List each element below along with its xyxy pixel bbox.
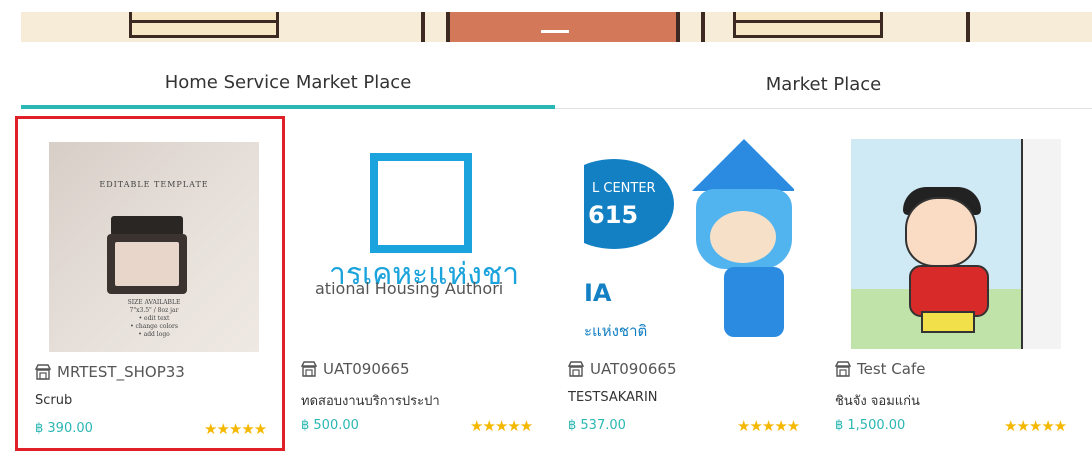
shop-name[interactable]: UAT090665	[568, 360, 677, 378]
banner-carousel[interactable]	[21, 12, 1092, 42]
store-icon	[35, 364, 51, 380]
banner-door-illustration	[446, 12, 680, 42]
product-image[interactable]: L CENTER 615 IA ะแห่งชาติ	[584, 139, 794, 349]
product-price: ฿ 500.00	[301, 418, 359, 433]
product-image[interactable]: EDITABLE TEMPLATE SIZE AVAILABLE 7"x3.5"…	[49, 142, 259, 352]
product-price: ฿ 390.00	[35, 421, 93, 436]
product-name[interactable]: ชินจัง จอมแก่น	[835, 390, 920, 411]
tab-home-service-market-place[interactable]: Home Service Market Place	[21, 60, 555, 109]
store-icon	[568, 361, 584, 377]
rating-stars-icon: ★★★★★	[204, 420, 267, 438]
store-icon	[835, 361, 851, 377]
product-card[interactable]: ารเคหะแห่งชา ational Housing Authori UAT…	[284, 116, 554, 451]
marketplace-tabs: Home Service Market Place Market Place	[21, 60, 1092, 109]
product-card[interactable]: EDITABLE TEMPLATE SIZE AVAILABLE 7"x3.5"…	[15, 116, 285, 451]
product-card[interactable]: Test Cafe ชินจัง จอมแก่น ฿ 1,500.00 ★★★★…	[818, 116, 1088, 451]
shop-name[interactable]: Test Cafe	[835, 360, 925, 378]
product-image[interactable]: ารเคหะแห่งชา ational Housing Authori	[315, 139, 525, 349]
housing-authority-logo-icon	[370, 153, 472, 253]
store-icon	[301, 361, 317, 377]
product-name[interactable]: ทดสอบงานบริการประปา	[301, 390, 440, 411]
rating-stars-icon: ★★★★★	[470, 417, 533, 435]
product-name[interactable]: Scrub	[35, 393, 72, 408]
product-price: ฿ 1,500.00	[835, 418, 906, 433]
shop-name[interactable]: MRTEST_SHOP33	[35, 363, 185, 381]
rating-stars-icon: ★★★★★	[737, 417, 800, 435]
shop-name[interactable]: UAT090665	[301, 360, 410, 378]
product-price: ฿ 537.00	[568, 418, 626, 433]
product-card[interactable]: L CENTER 615 IA ะแห่งชาติ UAT090665 TEST…	[551, 116, 821, 451]
product-image[interactable]	[851, 139, 1061, 349]
tab-market-place[interactable]: Market Place	[555, 60, 1092, 109]
carousel-indicator[interactable]	[541, 30, 569, 33]
rating-stars-icon: ★★★★★	[1004, 417, 1067, 435]
cartoon-character-icon	[905, 197, 977, 267]
product-name[interactable]: TESTSAKARIN	[568, 390, 658, 405]
